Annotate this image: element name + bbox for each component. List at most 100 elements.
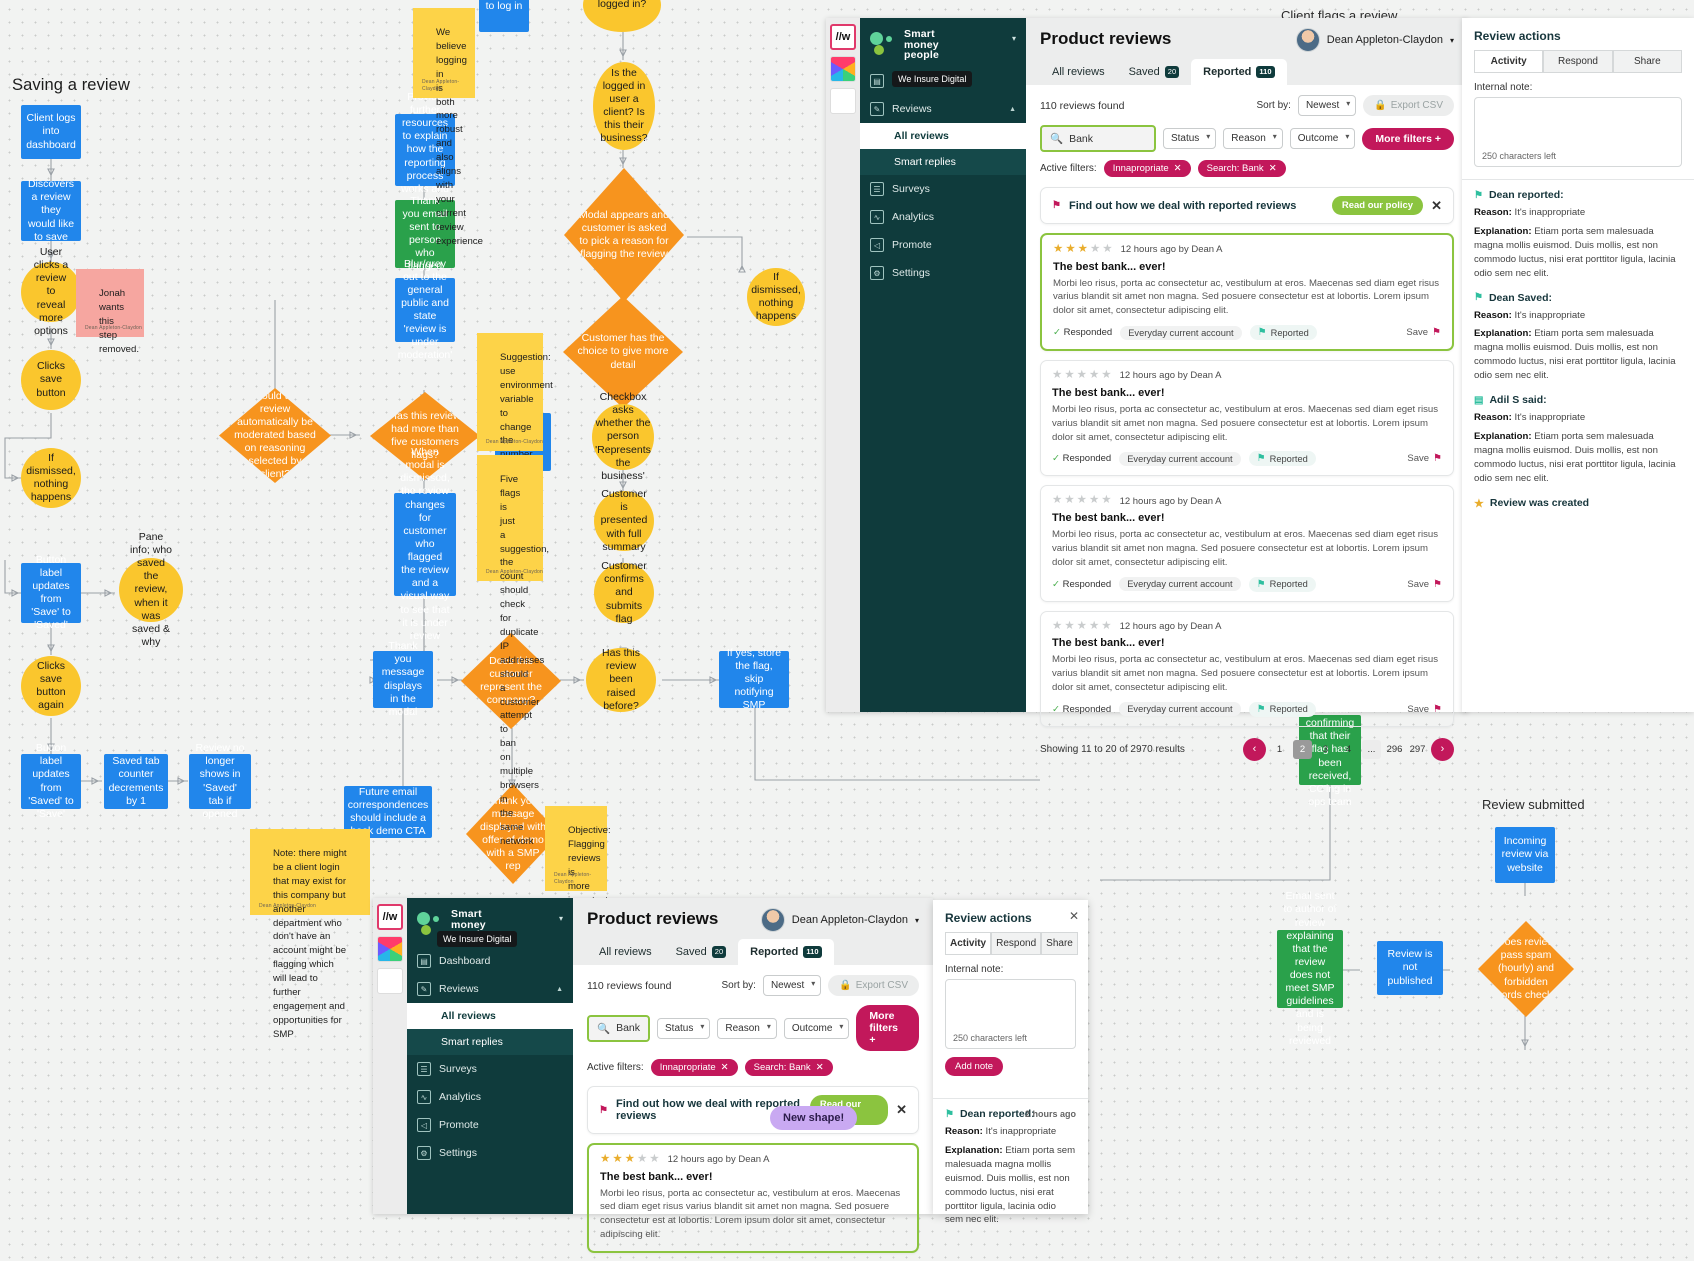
flow-node-clicks-save[interactable]: Clicks save button	[21, 350, 81, 410]
app-sidebar[interactable]: Smartmoneypeople ▾ We Insure Digital ▤ D…	[407, 898, 573, 1214]
brand-row[interactable]: Smartmoneypeople ▾	[860, 18, 1026, 67]
page-button[interactable]: 1	[1270, 740, 1289, 759]
outcome-filter-select[interactable]: Outcome	[1289, 128, 1356, 149]
review-actions-tabs[interactable]: Activity Respond Share	[945, 932, 1078, 955]
tab-share[interactable]: Share	[1612, 50, 1682, 73]
flow-node-spam-check-decision[interactable]: Does review pass spam (hourly) and forbi…	[1478, 921, 1574, 1017]
flow-node-review-not-published[interactable]: Review is not published	[1377, 941, 1443, 995]
sort-select[interactable]: Newest	[762, 975, 822, 996]
user-menu[interactable]: Dean Appleton-Claydon ▾	[1295, 28, 1454, 52]
status-filter-select[interactable]: Status	[1162, 128, 1217, 149]
flow-node-email-review-author[interactable]: Email sent to author of review explainin…	[1277, 890, 1343, 1047]
review-card[interactable]: ★ ★ ★ ★ ★ 12 hours ago by Dean A The best ba…	[1040, 360, 1454, 477]
close-icon[interactable]: ✕	[721, 1062, 729, 1073]
sidebar-item-analytics[interactable]: ∿ Analytics	[860, 203, 1026, 231]
page-button[interactable]: 297	[1408, 740, 1427, 759]
workspace-logo-tile[interactable]: //w	[377, 904, 403, 930]
sidebar-item-smart-replies[interactable]: Smart replies	[860, 149, 1026, 176]
close-icon[interactable]: ✕	[896, 1102, 907, 1118]
save-button[interactable]: Save ⚑	[1407, 704, 1442, 715]
filter-row[interactable]: 🔍 Bank Status Reason Outcome More filter…	[1040, 125, 1454, 152]
sort-controls[interactable]: Sort by: Newest 🔒Export CSV	[1256, 95, 1454, 116]
flow-node-logged-in[interactable]: logged in?	[583, 0, 661, 32]
filter-chip-search-bank[interactable]: Search: Bank ✕	[744, 1059, 833, 1076]
sidebar-item-surveys[interactable]: ☰ Surveys	[860, 175, 1026, 203]
tab-activity[interactable]: Activity	[945, 932, 992, 955]
workspace-tile-rainbow[interactable]	[830, 56, 856, 82]
export-csv-button[interactable]: 🔒 Export CSV	[1363, 95, 1454, 116]
sort-controls[interactable]: Sort by: Newest 🔒Export CSV	[721, 975, 919, 996]
smp-app-window-bottom[interactable]: //w Smartmoneypeople ▾ We Insure Digital…	[373, 898, 933, 1254]
flow-node-button-label-save-to-saved[interactable]: Button label updates from 'Save' to 'Sav…	[21, 554, 81, 631]
flow-node-to-log-in[interactable]: to log in	[479, 0, 529, 32]
close-icon[interactable]: ✕	[816, 1062, 824, 1073]
sticky-note-objective[interactable]: Objective: Flagging reviews is more impo…	[545, 806, 614, 961]
review-card[interactable]: ★ ★ ★ ★ ★ 12 hours ago by Dean A The best ba…	[587, 1143, 919, 1254]
tab-respond[interactable]: Respond	[1543, 50, 1613, 73]
review-actions-tabs[interactable]: Activity Respond Share	[1474, 50, 1682, 73]
page-prev-button[interactable]: ‹	[1243, 737, 1266, 761]
sidebar-item-all-reviews[interactable]: All reviews	[407, 1003, 573, 1030]
tab-all-reviews[interactable]: All reviews	[1040, 59, 1117, 85]
flow-node-thank-you-modal[interactable]: Thank you message displays in the modal	[373, 640, 433, 718]
sidebar-item-promote[interactable]: ◁ Promote	[407, 1111, 573, 1139]
tab-activity[interactable]: Activity	[1474, 50, 1544, 73]
sort-select[interactable]: Newest	[1297, 95, 1357, 116]
tab-reported[interactable]: Reported 110	[1191, 59, 1287, 85]
review-tabs[interactable]: All reviews Saved 20 Reported 110	[587, 939, 919, 965]
sidebar-item-smart-replies[interactable]: Smart replies	[407, 1029, 573, 1056]
sidebar-item-analytics[interactable]: ∿ Analytics	[407, 1083, 573, 1111]
internal-note-textarea[interactable]: 250 characters left	[945, 979, 1076, 1049]
workspace-tile-other[interactable]	[377, 968, 403, 994]
review-card[interactable]: ★ ★ ★ ★ ★ 12 hours ago by Dean A The best ba…	[1040, 233, 1454, 352]
workspace-rail[interactable]: //w	[373, 898, 407, 1214]
flow-node-clicks-save-again[interactable]: Clicks save button again	[21, 656, 81, 716]
sidebar-item-reviews[interactable]: ✎ Reviews ▲	[407, 975, 573, 1003]
sticky-note-client-login[interactable]: Note: there might be a client login that…	[250, 829, 370, 1040]
review-card[interactable]: ★ ★ ★ ★ ★ 12 hours ago by Dean A The best ba…	[1040, 485, 1454, 602]
sticky-note-five-flags[interactable]: Five flags is just a suggestion, the cou…	[477, 455, 549, 847]
page-next-button[interactable]: ›	[1431, 737, 1454, 761]
review-actions-dialog[interactable]: Review actions ✕ Activity Respond Share …	[933, 900, 1088, 1225]
close-icon[interactable]: ✕	[1431, 198, 1442, 214]
filter-row[interactable]: 🔍 Bank Status Reason Outcome More filter…	[587, 1005, 919, 1051]
app-sidebar[interactable]: Smartmoneypeople ▾ We Insure Digital ▤ D…	[860, 18, 1026, 712]
flow-node-button-label-saved-to-save[interactable]: Button label updates from 'Saved' to 'Sa…	[21, 742, 81, 820]
new-shape-badge[interactable]: New shape!	[770, 1106, 858, 1130]
flow-node-modal-dismissed-changes[interactable]: When modal is dismissed, the review chan…	[394, 446, 456, 642]
page-button[interactable]: 3	[1316, 740, 1335, 759]
save-button[interactable]: Save ⚑	[1407, 453, 1442, 464]
flow-node-saved-tab-counter[interactable]: Saved tab counter decrements by 1	[104, 754, 168, 809]
flow-node-review-no-longer-shows[interactable]: Review no longer shows in 'Saved' tab if…	[189, 742, 251, 820]
flow-node-store-flag-skip[interactable]: If yes, store the flag, skip notifying S…	[719, 647, 789, 711]
workspace-tile-other[interactable]	[830, 88, 856, 114]
flow-node-dismissed-nothing-2[interactable]: If dismissed, nothing happens	[747, 268, 805, 326]
sidebar-item-settings[interactable]: ⚙ Settings	[407, 1139, 573, 1167]
flow-node-dismissed-nothing[interactable]: If dismissed, nothing happens	[21, 448, 81, 508]
review-actions-panel-right[interactable]: Review actions Activity Respond Share In…	[1462, 18, 1694, 712]
sidebar-item-promote[interactable]: ◁ Promote	[860, 231, 1026, 259]
outcome-filter-select[interactable]: Outcome	[783, 1017, 850, 1039]
flow-node-pane-info[interactable]: Pane info; who saved the review, when it…	[119, 531, 183, 648]
sidebar-item-dashboard[interactable]: ▤ Dashboard	[407, 947, 573, 975]
close-icon[interactable]: ✕	[1174, 163, 1182, 174]
sticky-note-jonah[interactable]: Jonah wants this step removed. Dean Appl…	[76, 269, 144, 355]
flow-node-full-summary[interactable]: Customer is presented with full summary	[594, 488, 654, 553]
workspace-logo-tile[interactable]: //w	[830, 24, 856, 50]
chevron-down-icon[interactable]: ▾	[1012, 34, 1016, 43]
workspace-tile-rainbow[interactable]	[377, 936, 403, 962]
export-csv-button[interactable]: 🔒 Export CSV	[828, 975, 919, 996]
page-button[interactable]: 4	[1339, 740, 1358, 759]
pager[interactable]: ‹ 1 2 3 4 ... 296 297 ›	[1243, 737, 1454, 761]
page-button-current[interactable]: 2	[1293, 739, 1312, 759]
filter-chip-search-bank[interactable]: Search: Bank ✕	[1197, 160, 1286, 177]
save-button[interactable]: Save ⚑	[1406, 327, 1441, 338]
flow-node-user-clicks-review[interactable]: User clicks a review to reveal more opti…	[21, 246, 81, 337]
workspace-rail[interactable]: //w	[826, 18, 860, 712]
filter-chip-innapropriate[interactable]: Innapropriate ✕	[650, 1059, 738, 1076]
chevron-down-icon[interactable]: ▾	[559, 914, 563, 923]
flow-node-raised-before[interactable]: Has this review been raised before?	[586, 647, 656, 712]
sidebar-item-reviews[interactable]: ✎ Reviews ▲	[860, 95, 1026, 123]
sticky-note-logging-in[interactable]: We believe logging in is both more robus…	[413, 8, 483, 247]
flow-node-auto-moderate-decision[interactable]: Should this review automatically be mode…	[219, 388, 331, 483]
